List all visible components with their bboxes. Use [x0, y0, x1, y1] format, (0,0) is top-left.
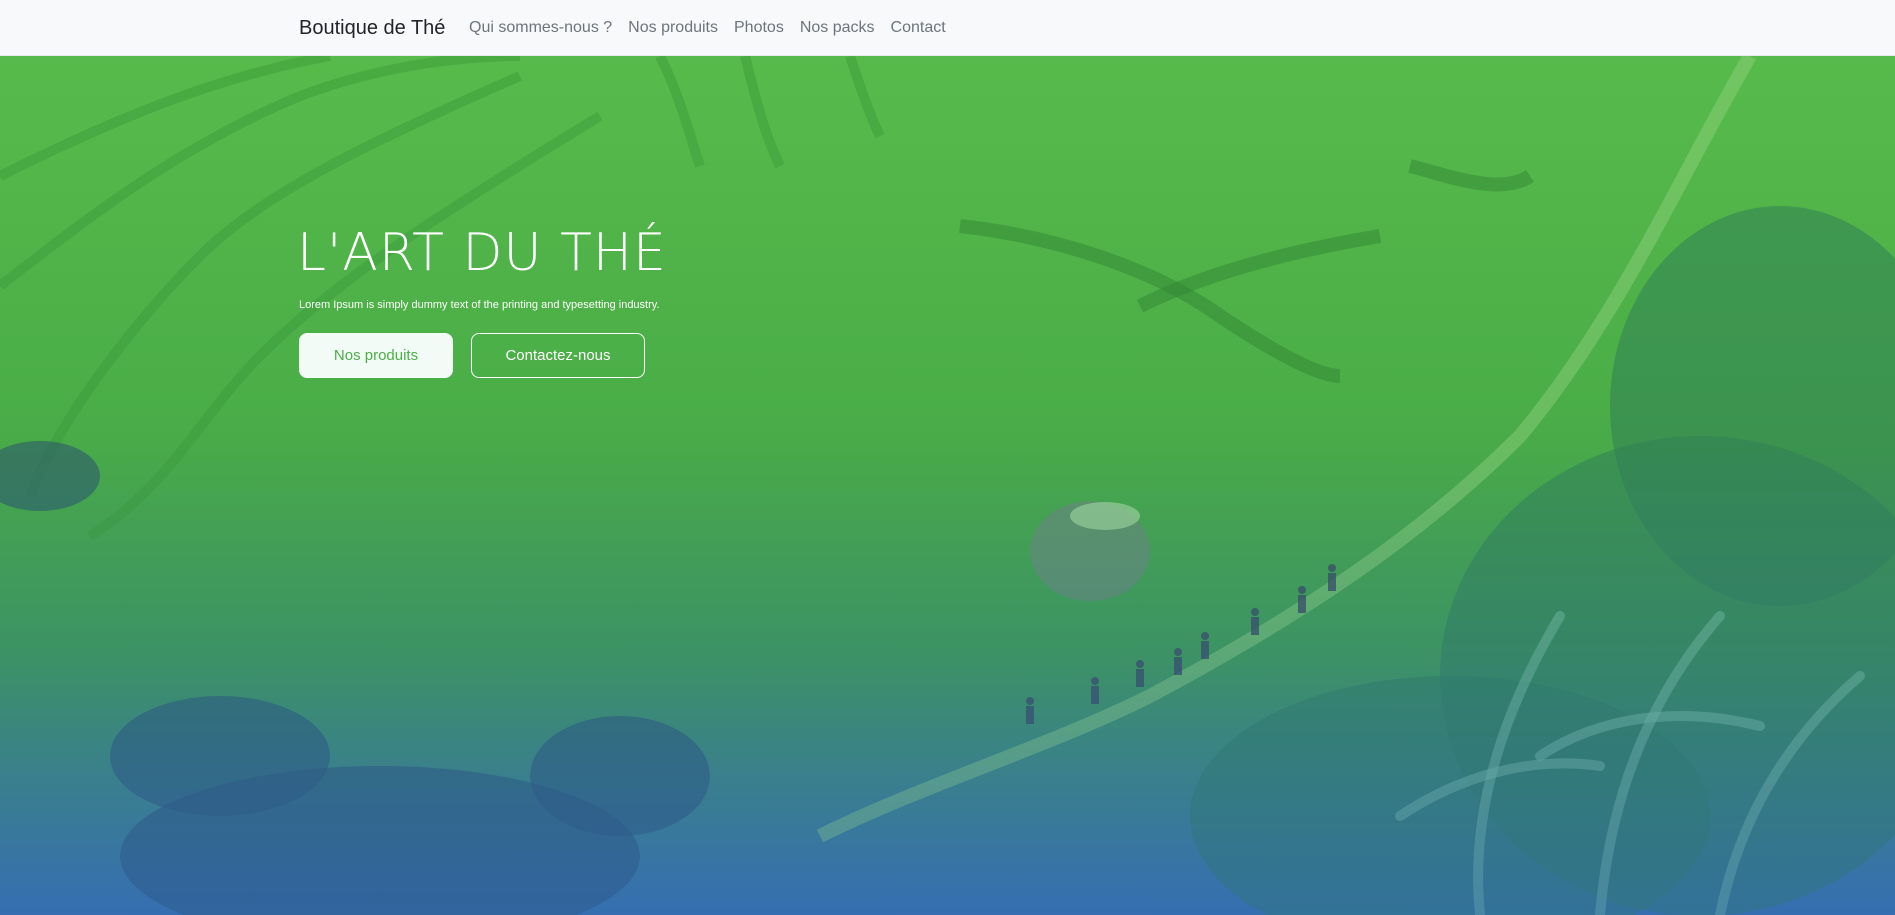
nos-produits-button[interactable]: Nos produits [299, 333, 453, 378]
top-navbar: Boutique de Thé Qui sommes-nous ? Nos pr… [0, 0, 1895, 56]
hero-subtitle: Lorem Ipsum is simply dummy text of the … [299, 299, 660, 311]
hero-gradient-overlay [0, 56, 1895, 915]
nav-link-nos-produits[interactable]: Nos produits [620, 18, 726, 38]
hero-title: L'ART DU THÉ [297, 223, 667, 283]
contactez-nous-button[interactable]: Contactez-nous [471, 333, 645, 378]
nav-links: Qui sommes-nous ? Nos produits Photos No… [469, 18, 954, 38]
nav-link-photos[interactable]: Photos [726, 18, 792, 38]
nav-link-contact[interactable]: Contact [883, 18, 954, 38]
nav-link-qui-sommes-nous[interactable]: Qui sommes-nous ? [469, 18, 620, 38]
brand-logo-link[interactable]: Boutique de Thé [299, 16, 445, 40]
hero-section [0, 56, 1895, 915]
nav-link-nos-packs[interactable]: Nos packs [792, 18, 883, 38]
